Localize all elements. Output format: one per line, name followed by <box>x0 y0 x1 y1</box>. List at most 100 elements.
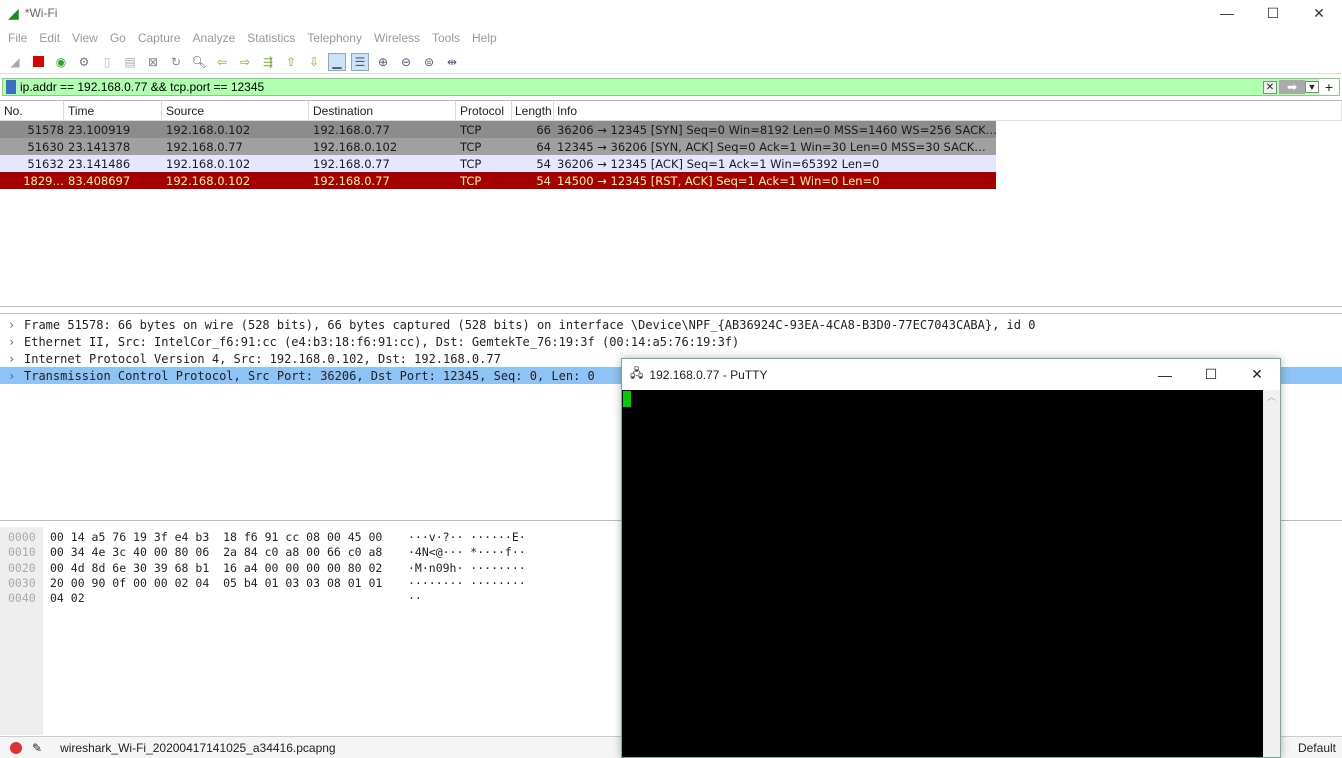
minimize-button[interactable]: — <box>1204 0 1250 26</box>
cell-no: 1829… <box>23 173 64 188</box>
ascii-line[interactable]: ·M·n09h· ········ <box>408 561 526 576</box>
window-title: *Wi-Fi <box>24 6 58 20</box>
menu-view[interactable]: View <box>66 31 104 45</box>
detail-frame[interactable]: › Frame 51578: 66 bytes on wire (528 bits… <box>0 316 1342 333</box>
packet-row[interactable]: 51578 23.100919 192.168.0.102 192.168.0.77 T… <box>0 121 996 138</box>
cell-info: 14500 → 12345 [RST, ACK] Seq=1 Ack=1 Win… <box>557 173 880 188</box>
menu-tools[interactable]: Tools <box>426 31 466 45</box>
display-filter-bar: ✕ ➡ ▼ + <box>2 78 1340 96</box>
hex-line[interactable]: 00 34 4e 3c 40 00 80 06 2a 84 c0 a8 00 6… <box>50 545 382 560</box>
menu-edit[interactable]: Edit <box>33 31 66 45</box>
cell-info: 12345 → 36206 [SYN, ACK] Seq=0 Ack=1 Win… <box>557 139 986 154</box>
capture-options-icon[interactable]: ⚙ <box>75 53 93 71</box>
putty-title: 192.168.0.77 - PuTTY <box>649 367 768 382</box>
column-source[interactable]: Source <box>162 101 309 120</box>
putty-minimize-button[interactable]: — <box>1142 359 1188 390</box>
packet-row[interactable]: 51630 23.141378 192.168.0.77 192.168.0.102 T… <box>0 138 996 155</box>
column-time[interactable]: Time <box>64 101 162 120</box>
cell-no: 51630 <box>27 139 64 154</box>
detail-ethernet[interactable]: › Ethernet II, Src: IntelCor_f6:91:cc (e4… <box>0 333 1342 350</box>
menu-file[interactable]: File <box>2 31 33 45</box>
menu-go[interactable]: Go <box>104 31 132 45</box>
close-file-icon[interactable]: ⊠ <box>144 53 162 71</box>
ascii-line[interactable]: ·· <box>408 591 526 606</box>
expand-arrow-icon[interactable]: › <box>8 352 24 366</box>
cell-time: 23.141378 <box>68 139 131 154</box>
capture-file-name: wireshark_Wi-Fi_20200417141025_a34416.pc… <box>60 740 336 755</box>
find-packet-icon[interactable]: 🔍︎ <box>190 53 208 71</box>
colorize-icon[interactable]: ☰ <box>351 52 369 71</box>
column-info[interactable]: Info <box>554 101 1342 120</box>
cell-len: 54 <box>536 156 551 171</box>
reload-icon[interactable]: ↻ <box>167 53 185 71</box>
display-filter-input[interactable] <box>16 80 1263 94</box>
packet-list-header: No. Time Source Destination Protocol Len… <box>0 101 1342 121</box>
hex-line[interactable]: 00 4d 8d 6e 30 39 68 b1 16 a4 00 00 00 0… <box>50 561 382 576</box>
zoom-out-icon[interactable]: ⊖ <box>397 53 415 71</box>
offset: 0000 <box>8 530 36 544</box>
bookmark-icon[interactable] <box>6 80 16 94</box>
expert-info-icon[interactable] <box>10 741 22 754</box>
expand-arrow-icon[interactable]: › <box>8 318 24 332</box>
first-packet-icon[interactable]: ⇧ <box>282 53 300 71</box>
column-destination[interactable]: Destination <box>309 101 456 120</box>
cell-no: 51632 <box>27 156 64 171</box>
menu-capture[interactable]: Capture <box>132 31 187 45</box>
save-file-icon[interactable]: ▤ <box>121 53 139 71</box>
cell-len: 54 <box>536 173 551 188</box>
column-length[interactable]: Length <box>512 101 554 120</box>
column-protocol[interactable]: Protocol <box>456 101 512 120</box>
zoom-in-icon[interactable]: ⊕ <box>374 53 392 71</box>
packet-row[interactable]: 51632 23.141486 192.168.0.102 192.168.0.77 T… <box>0 155 996 172</box>
clear-filter-icon[interactable]: ✕ <box>1263 80 1277 94</box>
maximize-button[interactable]: ☐ <box>1250 0 1296 26</box>
menu-help[interactable]: Help <box>466 31 503 45</box>
putty-icon: 🖧︎ <box>630 366 644 380</box>
go-back-icon[interactable]: ⇦ <box>213 53 231 71</box>
close-button[interactable]: ✕ <box>1296 0 1342 26</box>
packet-row[interactable]: 1829… 83.408697 192.168.0.102 192.168.0.77 T… <box>0 172 996 189</box>
apply-filter-icon[interactable]: ➡ <box>1279 80 1305 94</box>
profile-label[interactable]: Default <box>1298 741 1336 755</box>
putty-terminal[interactable] <box>622 390 1264 757</box>
menu-statistics[interactable]: Statistics <box>241 31 301 45</box>
go-to-packet-icon[interactable]: ⇶ <box>259 53 277 71</box>
capture-comment-icon[interactable]: ✎ <box>32 741 42 755</box>
scroll-up-icon[interactable]: ︿ <box>1267 392 1276 402</box>
cell-proto: TCP <box>460 122 482 137</box>
ascii-line[interactable]: ········ ········ <box>408 576 526 591</box>
resize-columns-icon[interactable]: ⇹ <box>443 53 461 71</box>
expand-arrow-icon[interactable]: › <box>8 335 24 349</box>
expand-arrow-icon[interactable]: › <box>8 369 24 383</box>
putty-scrollbar[interactable]: ︿ <box>1263 390 1280 757</box>
zoom-normal-icon[interactable]: ⊜ <box>420 53 438 71</box>
stop-capture-icon[interactable] <box>29 53 47 71</box>
column-no[interactable]: No. <box>0 101 64 120</box>
menu-wireless[interactable]: Wireless <box>368 31 426 45</box>
ascii-line[interactable]: ···v·?·· ······E· <box>408 530 526 545</box>
start-capture-icon[interactable]: ◢ <box>6 53 24 71</box>
restart-capture-icon[interactable]: ◉ <box>52 53 70 71</box>
autoscroll-icon[interactable]: ▁ <box>328 52 346 71</box>
cell-len: 66 <box>536 122 551 137</box>
go-forward-icon[interactable]: ⇨ <box>236 53 254 71</box>
putty-maximize-button[interactable]: ☐ <box>1188 359 1234 390</box>
hex-bytes: 00 14 a5 76 19 3f e4 b3 18 f6 91 cc 08 0… <box>50 530 382 606</box>
add-filter-button-icon[interactable]: + <box>1319 79 1339 95</box>
wireshark-fin-icon: ◢ <box>8 4 19 21</box>
menu-bar: File Edit View Go Capture Analyze Statis… <box>0 26 1342 50</box>
hex-line[interactable]: 04 02 <box>50 591 382 606</box>
menu-analyze[interactable]: Analyze <box>187 31 242 45</box>
cell-dst: 192.168.0.102 <box>313 139 398 154</box>
ascii-line[interactable]: ·4N<@··· *····f·· <box>408 545 526 560</box>
cell-dst: 192.168.0.77 <box>313 173 390 188</box>
open-file-icon[interactable]: ▯ <box>98 53 116 71</box>
hex-line[interactable]: 00 14 a5 76 19 3f e4 b3 18 f6 91 cc 08 0… <box>50 530 382 545</box>
menu-telephony[interactable]: Telephony <box>301 31 368 45</box>
putty-close-button[interactable]: ✕ <box>1234 359 1280 390</box>
filter-dropdown-icon[interactable]: ▼ <box>1305 81 1319 93</box>
hex-line[interactable]: 20 00 90 0f 00 00 02 04 05 b4 01 03 03 0… <box>50 576 382 591</box>
cell-dst: 192.168.0.77 <box>313 122 390 137</box>
offset: 0040 <box>8 591 36 606</box>
last-packet-icon[interactable]: ⇩ <box>305 53 323 71</box>
